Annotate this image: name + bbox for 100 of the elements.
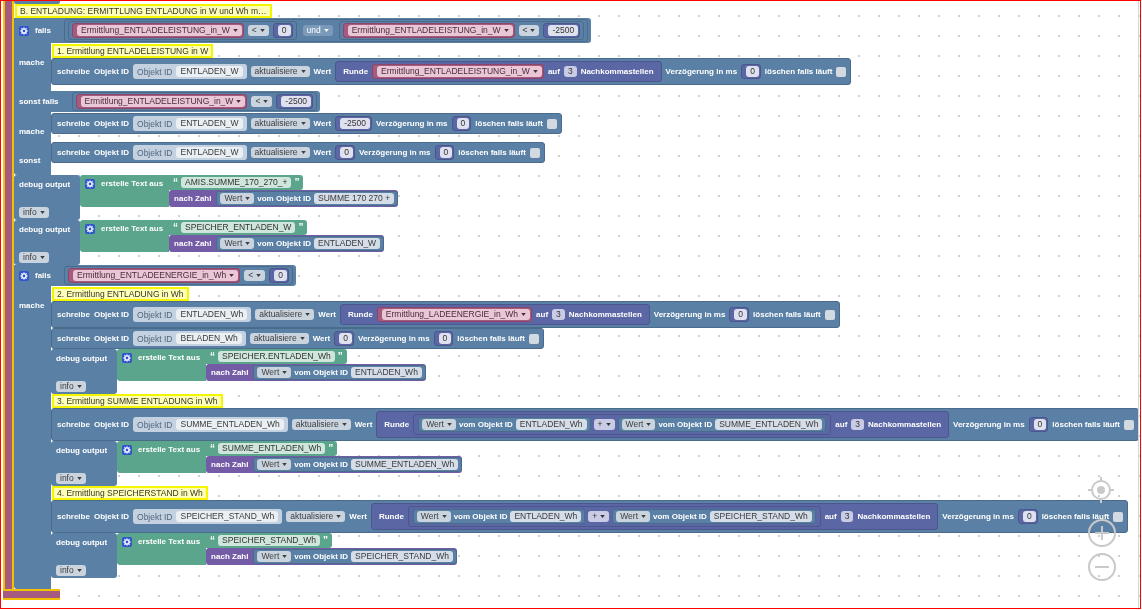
variable-block[interactable]: Ermittlung_ENTLADELEISTUNG_in_W: [372, 64, 544, 79]
text-field[interactable]: AMIS.SUMME_170_270_+: [181, 177, 292, 188]
compare-block[interactable]: Ermittlung_ENTLADEENERGIE_in_Wh < 0: [64, 266, 293, 285]
number-block[interactable]: 0: [1017, 509, 1038, 524]
round-block[interactable]: Runde Wert vom Objekt ID ENTLADEN_Wh + Wert vom Objekt ID SPEICHER_STAND_Wh auf 3 Nachkommastellen: [370, 503, 939, 530]
object-id-field[interactable]: SPEICHER_STAND_Wh: [351, 551, 453, 562]
variable-dropdown[interactable]: Ermittlung_ENTLADELEISTUNG_in_W: [77, 25, 242, 36]
digits-field[interactable]: 3: [840, 511, 854, 522]
attribute-dropdown[interactable]: Wert: [220, 193, 255, 204]
object-id-field[interactable]: SUMME_ENTLADEN_Wh: [715, 419, 823, 430]
arithmetic-block[interactable]: Wert vom Objekt ID ENTLADEN_Wh + Wert vom Objekt ID SPEICHER_STAND_Wh: [407, 506, 821, 527]
number-block[interactable]: 0: [729, 307, 750, 322]
attribute-dropdown[interactable]: Wert: [220, 238, 255, 249]
operator-dropdown[interactable]: <: [518, 25, 540, 36]
object-id-field[interactable]: ENTLADEN_W: [176, 66, 243, 77]
gear-icon[interactable]: [122, 353, 132, 363]
text-block[interactable]: “ AMIS.SUMME_170_270_+ ”: [169, 175, 304, 190]
variable-dropdown[interactable]: Ermittlung_ENTLADELEISTUNG_in_W: [377, 66, 542, 77]
attribute-dropdown[interactable]: Wert: [621, 419, 656, 430]
gear-icon[interactable]: [85, 224, 95, 234]
object-id-field[interactable]: SPEICHER_STAND_Wh: [709, 511, 812, 522]
mode-dropdown[interactable]: aktualisiere: [250, 147, 310, 158]
attribute-dropdown[interactable]: Wert: [257, 459, 292, 470]
checkbox[interactable]: [836, 66, 847, 77]
get-state-block[interactable]: Wert vom Objekt ID SUMME_ENTLADEN_Wh: [617, 417, 827, 432]
checkbox[interactable]: [528, 333, 539, 344]
round-block[interactable]: Runde Ermittlung_ENTLADELEISTUNG_in_W auf 3 Nachkommastellen: [335, 61, 662, 82]
number-block[interactable]: 0: [451, 116, 472, 131]
round-block[interactable]: Runde Wert vom Objekt ID ENTLADEN_Wh + Wert vom Objekt ID SUMME_ENTLADEN_Wh auf 3 Nachkommastellen: [376, 411, 949, 438]
object-id-field[interactable]: BELADEN_Wh: [176, 333, 242, 344]
mode-dropdown[interactable]: aktualisiere: [286, 511, 346, 522]
to-number-block[interactable]: nach Zahl Wert vom Objekt ID ENTLADEN_Wh: [206, 364, 426, 381]
object-id-field[interactable]: ENTLADEN_W: [176, 147, 243, 158]
number-block[interactable]: 0: [434, 145, 455, 160]
object-id-field[interactable]: SUMME_ENTLADEN_Wh: [176, 419, 284, 430]
number-block[interactable]: 0: [272, 23, 293, 38]
compare-block[interactable]: Ermittlung_ENTLADELEISTUNG_in_W < 0: [68, 21, 297, 40]
to-number-block[interactable]: nach Zahl Wert vom Objekt ID ENTLADEN_W: [169, 235, 385, 252]
number-field[interactable]: 0: [277, 25, 291, 36]
number-field[interactable]: 0: [456, 118, 470, 129]
number-field[interactable]: 0: [438, 333, 452, 344]
checkbox[interactable]: [1113, 511, 1124, 522]
attribute-dropdown[interactable]: Wert: [616, 511, 651, 522]
variable-block[interactable]: Ermittlung_ENTLADEENERGIE_in_Wh: [68, 268, 241, 283]
object-id-block[interactable]: Objekt ID ENTLADEN_W: [133, 64, 247, 79]
attribute-dropdown[interactable]: Wert: [416, 511, 451, 522]
attribute-dropdown[interactable]: Wert: [422, 419, 456, 430]
get-state-block[interactable]: Wert vom Objekt ID SUMME_ENTLADEN_Wh: [253, 457, 463, 472]
to-number-block[interactable]: nach Zahl Wert vom Objekt ID SUMME_ENTLADEN_Wh: [206, 456, 463, 473]
logic-block[interactable]: Ermittlung_ENTLADELEISTUNG_in_W < 0 und Ermittlung_ENTLADELEISTUNG_in_W < -2500: [64, 19, 589, 42]
get-state-block[interactable]: Wert vom Objekt ID ENTLADEN_Wh: [253, 365, 426, 380]
checkbox[interactable]: [824, 309, 835, 320]
zoom-in-icon[interactable]: [1088, 519, 1116, 547]
attribute-dropdown[interactable]: Wert: [257, 367, 292, 378]
object-id-field[interactable]: SUMME 170 270 +: [314, 193, 395, 204]
variable-dropdown[interactable]: Ermittlung_LADEENERGIE_in_Wh: [381, 309, 531, 320]
object-id-block[interactable]: Objekt ID ENTLADEN_W: [133, 116, 247, 131]
number-field[interactable]: 0: [439, 147, 453, 158]
variable-block[interactable]: Ermittlung_ENTLADELEISTUNG_in_W: [342, 23, 515, 38]
number-block[interactable]: -2500: [276, 94, 314, 109]
mode-dropdown[interactable]: aktualisiere: [249, 333, 309, 344]
get-state-block[interactable]: Wert vom Objekt ID SPEICHER_STAND_Wh: [253, 549, 457, 564]
checkbox[interactable]: [546, 118, 557, 129]
text-field[interactable]: SPEICHER.ENTLADEN_Wh: [218, 351, 335, 362]
object-id-field[interactable]: ENTLADEN_Wh: [176, 309, 248, 320]
get-state-block[interactable]: Wert vom Objekt ID ENTLADEN_Wh: [412, 509, 586, 524]
get-state-block[interactable]: Wert vom Objekt ID ENTLADEN_W: [216, 236, 385, 251]
text-field[interactable]: SPEICHER_ENTLADEN_W: [181, 222, 296, 233]
number-block[interactable]: -2500: [335, 116, 372, 131]
object-id-block[interactable]: Objekt ID ENTLADEN_W: [133, 145, 247, 160]
arithmetic-block[interactable]: Wert vom Objekt ID ENTLADEN_Wh + Wert vom Objekt ID SUMME_ENTLADEN_Wh: [413, 414, 832, 435]
to-number-block[interactable]: nach Zahl Wert vom Objekt ID SPEICHER_STAND_Wh: [206, 548, 457, 565]
operator-dropdown[interactable]: <: [251, 96, 273, 107]
compare-block[interactable]: Ermittlung_ENTLADELEISTUNG_in_W < -2500: [71, 92, 318, 111]
variable-block[interactable]: Ermittlung_LADEENERGIE_in_Wh: [376, 307, 533, 322]
attribute-dropdown[interactable]: Wert: [257, 551, 292, 562]
number-field[interactable]: -2500: [548, 25, 579, 36]
object-id-field[interactable]: ENTLADEN_W: [176, 118, 243, 129]
number-field[interactable]: -2500: [281, 96, 312, 107]
operator-dropdown[interactable]: <: [247, 25, 269, 36]
object-id-field[interactable]: ENTLADEN_Wh: [510, 511, 582, 522]
mode-dropdown[interactable]: aktualisiere: [250, 66, 310, 77]
operator-dropdown[interactable]: +: [593, 419, 615, 430]
text-block[interactable]: “ SPEICHER_ENTLADEN_W ”: [169, 220, 308, 235]
number-block[interactable]: 0: [741, 64, 761, 79]
gear-icon[interactable]: [122, 445, 132, 455]
number-field[interactable]: -2500: [340, 118, 370, 129]
number-field[interactable]: 0: [1033, 419, 1047, 430]
operator-dropdown[interactable]: <: [244, 270, 266, 281]
text-field[interactable]: SPEICHER_STAND_Wh: [218, 535, 320, 546]
checkbox[interactable]: [1123, 419, 1134, 430]
gear-icon[interactable]: [85, 179, 95, 189]
number-block[interactable]: 0: [334, 331, 354, 346]
object-id-block[interactable]: Objekt ID SUMME_ENTLADEN_Wh: [133, 417, 288, 432]
number-field[interactable]: 0: [1022, 511, 1036, 522]
digits-field[interactable]: 3: [552, 309, 565, 320]
number-block[interactable]: 0: [335, 145, 355, 160]
object-id-field[interactable]: SPEICHER_STAND_Wh: [176, 511, 279, 522]
text-field[interactable]: SUMME_ENTLADEN_Wh: [218, 443, 326, 454]
object-id-field[interactable]: ENTLADEN_W: [314, 238, 381, 249]
